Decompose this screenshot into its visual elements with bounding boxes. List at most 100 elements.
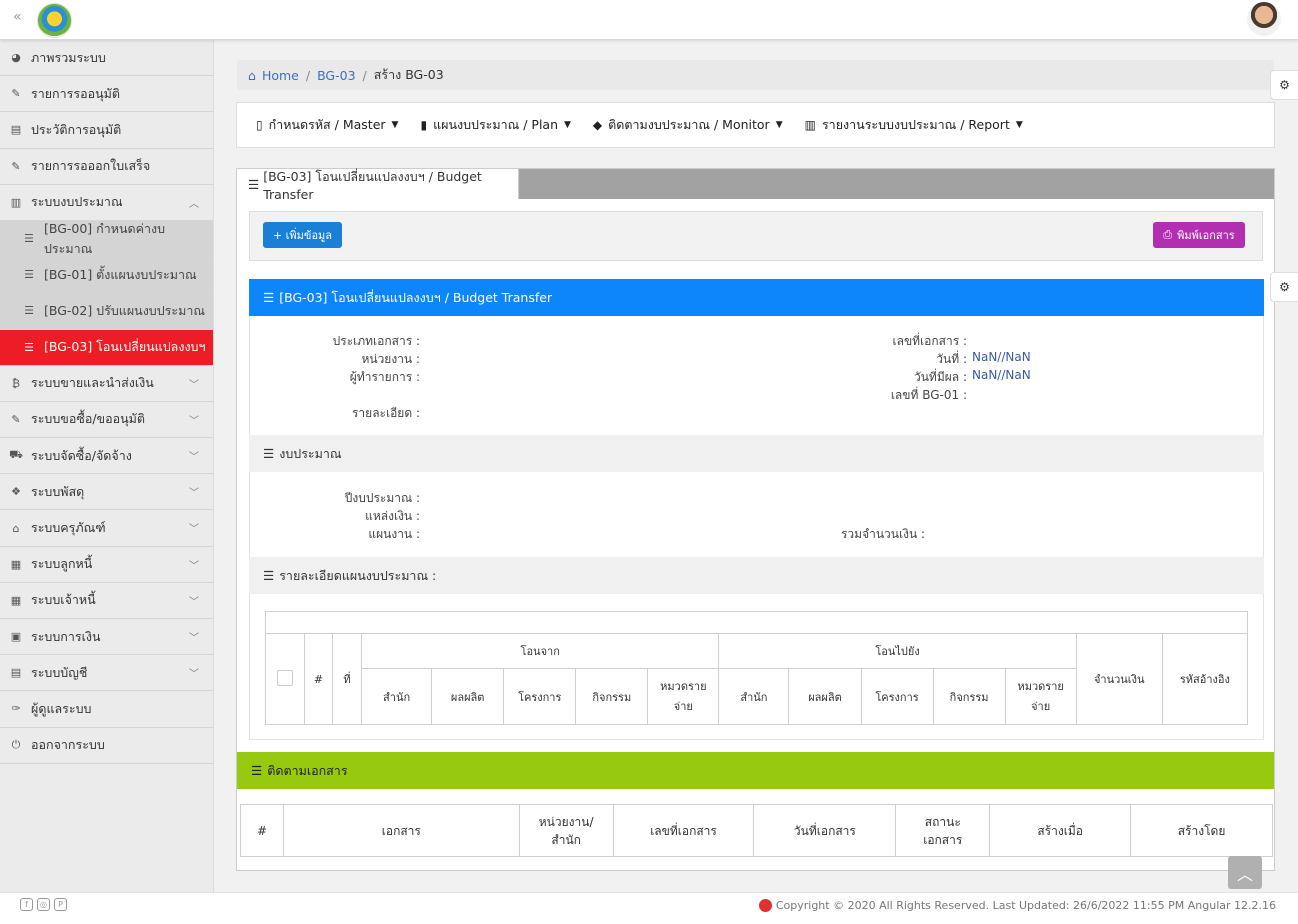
col-from-category: หมวดราย จ่าย — [647, 668, 720, 725]
document-info: ประเภทเอกสาร : หน่วยงาน : ผู้ทำรายการ : … — [249, 316, 1264, 435]
sidebar-item-budget-system[interactable]: ▥ ระบบงบประมาณ ︿ — [0, 185, 213, 221]
collapse-sidebar-icon[interactable]: « — [13, 9, 22, 25]
tab-bar: ☰ [BG-03] โอนเปลี่ยนแปลงงบฯ / Budget Tran… — [237, 168, 1274, 202]
settings-gear-icon[interactable]: ⚙ — [1270, 70, 1298, 100]
document-header-label: [BG-03] โอนเปลี่ยนแปลงงบฯ / Budget Trans… — [279, 289, 553, 305]
menu-master[interactable]: ▯ กำหนดรหัส / Master ▼ — [256, 115, 398, 135]
col-track-created-at: สร้างเมื่อ — [989, 804, 1132, 857]
sidebar-item-receivables[interactable]: ▦ ระบบลูกหนี้ ﹀ — [0, 547, 213, 583]
sidebar-item-approval-history[interactable]: ▤ ประวัติการอนุมัติ — [0, 112, 213, 149]
wrench-icon: ✑ — [11, 702, 21, 716]
chevron-up-icon: ︿ — [1236, 864, 1253, 884]
sidebar-item-label: [BG-01] ตั้งแผนงบประมาณ — [44, 266, 197, 282]
sidebar-item-assets[interactable]: ⌂ ระบบครุภัณฑ์ ﹀ — [0, 510, 213, 547]
pinterest-icon[interactable]: P — [54, 898, 67, 911]
col-to-project: โครงการ — [860, 668, 934, 725]
company-logo-icon — [758, 899, 772, 912]
file-icon: ▤ — [10, 123, 22, 137]
tab-label: [BG-03] โอนเปลี่ยนแปลงงบฯ / Budget Trans… — [263, 168, 482, 202]
sidebar-item-label: ระบบบัญชี — [31, 664, 88, 680]
col-from-category-line1: หมวดราย — [660, 679, 707, 693]
sidebar-item-procurement[interactable]: ⛟ ระบบจัดซื้อ/จัดจ้าง ﹀ — [0, 438, 213, 475]
col-transfer-to: โอนไปยัง — [718, 633, 1077, 669]
sidebar-item-label: ระบบจัดซื้อ/จัดจ้าง — [31, 447, 132, 463]
col-amount: จำนวนเงิน — [1075, 633, 1163, 725]
scroll-to-top-button[interactable]: ︿ — [1228, 856, 1262, 889]
tab-budget-transfer[interactable]: ☰ [BG-03] โอนเปลี่ยนแปลงงบฯ / Budget Tran… — [237, 168, 519, 202]
chevron-down-icon: ﹀ — [189, 379, 199, 391]
list-icon: ☰ — [24, 232, 34, 246]
sidebar-item-finance[interactable]: ▣ ระบบการเงิน ﹀ — [0, 619, 213, 656]
list-icon: ☰ — [24, 304, 34, 318]
breadcrumb-current: สร้าง BG-03 — [373, 67, 444, 82]
fiscal-year-label: ปีงบประมาณ : — [344, 491, 420, 505]
print-button[interactable]: ⎙ พิมพ์เอกสาร — [1153, 222, 1245, 248]
sidebar-item-overview[interactable]: ◕ ภาพรวมระบบ — [0, 40, 213, 77]
chevron-down-icon: ▼ — [391, 120, 399, 130]
instagram-icon[interactable]: ◎ — [37, 898, 50, 911]
effective-date-value: NaN//NaN — [972, 368, 1031, 382]
user-avatar[interactable] — [1247, 2, 1281, 36]
sidebar-item-supplies[interactable]: ❖ ระบบพัสดุ ﹀ — [0, 474, 213, 511]
breadcrumb-home[interactable]: Home — [262, 68, 299, 83]
sidebar-item-logout[interactable]: ⏻ ออกจากระบบ — [0, 728, 213, 764]
col-track-status-line2: เอกสาร — [923, 832, 963, 847]
list-icon: ☰ — [24, 340, 34, 354]
chevron-down-icon: ﹀ — [189, 488, 199, 500]
detail-label: รายละเอียด : — [351, 406, 420, 420]
chevron-down-icon: ﹀ — [189, 452, 199, 464]
copyright: Copyright © 2020 All Rights Reserved. La… — [758, 899, 1276, 912]
sidebar-item-purchase-request[interactable]: ✎ ระบบขอซื้อ/ขออนุมัติ ﹀ — [0, 402, 213, 439]
settings-gear-icon[interactable]: ⚙ — [1270, 272, 1298, 302]
add-button[interactable]: + เพิ่มข้อมูล — [263, 222, 342, 248]
budget-section-header: ☰ งบประมาณ — [249, 435, 1264, 472]
print-label: พิมพ์เอกสาร — [1177, 229, 1235, 242]
money-icon: ▣ — [10, 630, 22, 644]
sidebar-item-admin[interactable]: ✑ ผู้ดูแลระบบ — [0, 691, 213, 728]
sidebar-item-bg00[interactable]: ☰ [BG-00] กำหนดค่างบประมาณ — [0, 220, 213, 258]
col-to-activity: กิจกรรม — [932, 668, 1006, 725]
col-track-doc-date: วันที่เอกสาร — [753, 804, 897, 857]
sidebar-item-label: ระบบขายและนำส่งเงิน — [31, 375, 154, 391]
sidebar-item-accounting[interactable]: ▤ ระบบบัญชี ﹀ — [0, 655, 213, 692]
book-icon: ▮ — [420, 118, 428, 132]
col-track-document: เอกสาร — [282, 804, 520, 857]
menu-plan[interactable]: ▮ แผนงบประมาณ / Plan ▼ — [420, 115, 570, 135]
sidebar-item-payables[interactable]: ▦ ระบบเจ้าหนี้ ﹀ — [0, 583, 213, 619]
col-to-category-line1: หมวดราย — [1017, 679, 1064, 693]
bank-icon: ⌂ — [12, 521, 20, 535]
sidebar-item-bg02[interactable]: ☰ [BG-02] ปรับแผนงบประมาณ — [0, 293, 213, 330]
breadcrumb: ⌂ Home / BG-03 / สร้าง BG-03 — [237, 60, 1274, 90]
sidebar-item-bg03[interactable]: ☰ [BG-03] โอนเปลี่ยนแปลงงบฯ — [0, 329, 213, 366]
sidebar-item-pending-receipt[interactable]: ✎ รายการรอออกใบเสร็จ — [0, 149, 213, 185]
unit-label: หน่วยงาน : — [361, 352, 420, 366]
sidebar-item-bg01[interactable]: ☰ [BG-01] ตั้งแผนงบประมาณ — [0, 257, 213, 294]
menu-report[interactable]: ▥ รายงานระบบงบประมาณ / Report ▼ — [805, 115, 1023, 135]
social-links: f ◎ P — [20, 898, 71, 911]
col-from-activity: กิจกรรม — [575, 668, 649, 725]
breadcrumb-bg03[interactable]: BG-03 — [317, 68, 355, 83]
bar-chart-icon: ▥ — [804, 118, 816, 132]
col-to-category: หมวดราย จ่าย — [1004, 668, 1077, 725]
facebook-icon[interactable]: f — [20, 898, 33, 911]
chevron-down-icon: ﹀ — [189, 560, 199, 572]
home-icon[interactable]: ⌂ — [248, 68, 256, 83]
footer: f ◎ P Copyright © 2020 All Rights Reserv… — [0, 892, 1298, 924]
sidebar-item-pending-approval[interactable]: ✎ รายการรออนุมัติ — [0, 76, 213, 113]
grid-icon: ▦ — [10, 557, 22, 571]
plan-detail-label: รายละเอียดแผนงบประมาณ : — [279, 567, 437, 583]
tracking-table: # เอกสาร หน่วยงาน/สำนัก เลขที่เอกสาร วัน… — [240, 804, 1273, 857]
sidebar-item-label: ผู้ดูแลระบบ — [31, 700, 92, 716]
top-bar: « — [0, 0, 1298, 40]
main-content: ⌂ Home / BG-03 / สร้าง BG-03 ▯ กำหนดรหัส … — [214, 40, 1298, 892]
menu-monitor[interactable]: ◆ ติดตามงบประมาณ / Monitor ▼ — [593, 115, 783, 135]
sidebar-item-label: ระบบการเงิน — [31, 628, 101, 644]
col-transfer-from: โอนจาก — [361, 633, 720, 669]
col-track-created-by: สร้างโดย — [1130, 804, 1273, 857]
sidebar-item-label: [BG-00] กำหนดค่างบประมาณ — [43, 220, 166, 256]
organization-logo[interactable] — [37, 3, 72, 38]
sidebar-item-sales[interactable]: ₿ ระบบขายและนำส่งเงิน ﹀ — [0, 366, 213, 402]
list-icon: ☰ — [263, 446, 275, 461]
document-header: ☰ [BG-03] โอนเปลี่ยนแปลงงบฯ / Budget Tran… — [249, 279, 1264, 316]
select-all-checkbox[interactable] — [277, 669, 294, 686]
